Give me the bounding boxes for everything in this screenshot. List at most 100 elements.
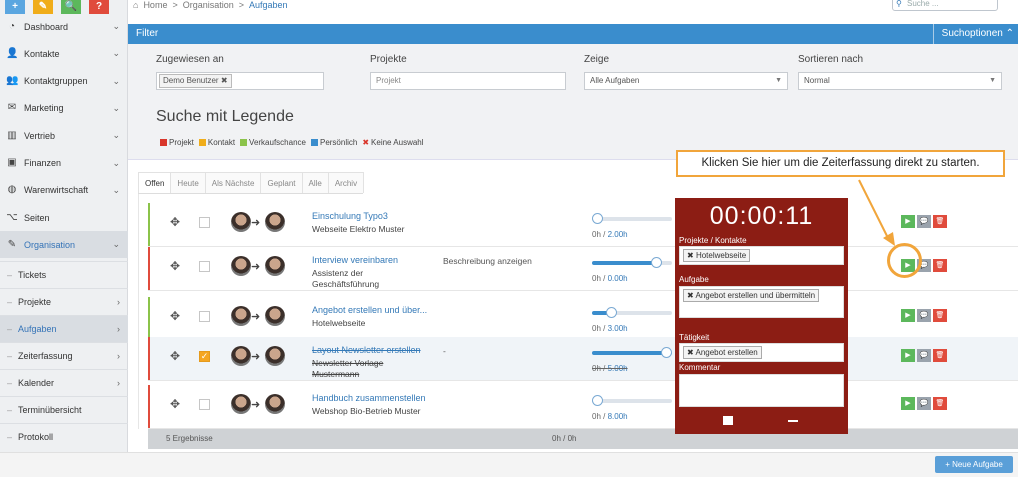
comment-textarea[interactable] (679, 374, 844, 407)
sidebar-subitem-kalender[interactable]: – Kalender › (0, 369, 128, 396)
timer-activity-field[interactable]: ✖ Angebot erstellen (679, 343, 844, 362)
trash-icon[interactable]: 🗑 (933, 215, 947, 228)
task-title[interactable]: Einschulung Typo3 (312, 211, 388, 221)
remove-icon[interactable]: ✖ (221, 76, 228, 85)
play-icon[interactable]: ▶ (901, 309, 915, 322)
sidebar-item-organisation[interactable]: ✎ Organisation ⌄ (0, 231, 128, 259)
tab-archiv[interactable]: Archiv (327, 172, 365, 193)
comment-icon[interactable]: 💬 (917, 349, 931, 362)
move-icon[interactable]: ✥ (170, 215, 180, 229)
task-row[interactable]: ✥ ➜ Handbuch zusammenstellen Webshop Bio… (148, 385, 1018, 429)
show-select[interactable]: Alle Aufgaben ▼ (584, 72, 788, 90)
stop-icon[interactable] (723, 416, 733, 425)
task-row[interactable]: ✥ ✓ ➜ Layout Newsletter erstellen Newsle… (148, 337, 1018, 381)
progress-slider[interactable] (592, 347, 672, 358)
trash-icon[interactable]: 🗑 (933, 259, 947, 272)
add-button[interactable]: + (5, 0, 25, 14)
legend-item[interactable]: Persönlich (310, 138, 357, 147)
sidebar-item-vertrieb[interactable]: ▥ Vertrieb ⌄ (0, 122, 128, 149)
play-icon[interactable]: ▶ (901, 349, 915, 362)
play-icon[interactable]: ▶ (901, 215, 915, 228)
task-title[interactable]: Layout Newsletter erstellen (312, 345, 421, 355)
timer-project-tag[interactable]: ✖ Hotelwebseite (683, 249, 751, 262)
progress-slider[interactable] (592, 307, 672, 318)
trash-icon[interactable]: 🗑 (933, 397, 947, 410)
time-estimate[interactable]: 3.00h (608, 324, 628, 333)
timer-task-field[interactable]: ✖ Angebot erstellen und übermitteln (679, 286, 844, 318)
trash-icon[interactable]: 🗑 (933, 309, 947, 322)
progress-slider[interactable] (592, 213, 672, 224)
sidebar-subitem-zeiterfassung[interactable]: – Zeiterfassung › (0, 342, 128, 369)
move-icon[interactable]: ✥ (170, 397, 180, 411)
sidebar-subitem-projekte[interactable]: – Projekte › (0, 288, 128, 315)
move-icon[interactable]: ✥ (170, 259, 180, 273)
slider-handle[interactable] (592, 213, 603, 224)
time-estimate[interactable]: 2.00h (608, 230, 628, 239)
progress-slider[interactable] (592, 395, 672, 406)
trash-icon[interactable]: 🗑 (933, 349, 947, 362)
timer-activity-tag[interactable]: ✖ Angebot erstellen (683, 346, 762, 359)
search-options-toggle[interactable]: Suchoptionen ⌃ (932, 24, 1014, 44)
tab-heute[interactable]: Heute (170, 172, 206, 193)
time-estimate[interactable]: 8.00h (608, 412, 628, 421)
sidebar-subitem-aufgaben[interactable]: – Aufgaben › (0, 315, 128, 342)
comment-icon[interactable]: 💬 (917, 215, 931, 228)
task-checkbox[interactable] (199, 261, 210, 272)
sidebar-item-finanzen[interactable]: ▣ Finanzen ⌄ (0, 150, 128, 177)
task-checkbox[interactable] (199, 311, 210, 322)
slider-handle[interactable] (592, 395, 603, 406)
sidebar-item-kontaktgruppen[interactable]: 👥 Kontaktgruppen ⌄ (0, 68, 128, 95)
sidebar-item-seiten[interactable]: ⌥ Seiten (0, 204, 128, 231)
task-row[interactable]: ✥ ➜ Angebot erstellen und über... Hotelw… (148, 297, 1018, 341)
legend-item[interactable]: Verkaufschance (240, 138, 306, 147)
legend-item[interactable]: ✖ Keine Auswahl (362, 138, 423, 147)
task-checkbox[interactable]: ✓ (199, 351, 210, 362)
project-input[interactable]: Projekt (370, 72, 566, 90)
minimize-icon[interactable] (788, 420, 798, 422)
slider-handle[interactable] (605, 307, 617, 318)
new-task-button[interactable]: + Neue Aufgabe (935, 456, 1013, 473)
help-button[interactable]: ? (89, 0, 109, 14)
breadcrumb-home[interactable]: Home (143, 0, 167, 12)
tab-alle[interactable]: Alle (301, 172, 329, 193)
home-icon[interactable]: ⌂ (133, 0, 138, 12)
tab-als-nächste[interactable]: Als Nächste (204, 172, 262, 193)
slider-handle[interactable] (661, 347, 672, 358)
timer-project-field[interactable]: ✖ Hotelwebseite (679, 246, 844, 265)
task-description-link[interactable]: - (443, 346, 446, 356)
breadcrumb-current[interactable]: Aufgaben (249, 0, 288, 12)
time-estimate[interactable]: 5.00h (608, 364, 628, 373)
timer-task-tag[interactable]: ✖ Angebot erstellen und übermitteln (683, 289, 820, 302)
sidebar-item-kontakte[interactable]: 👤 Kontakte ⌄ (0, 40, 128, 67)
breadcrumb-organisation[interactable]: Organisation (183, 0, 234, 12)
edit-button[interactable]: ✎ (33, 0, 53, 14)
sidebar-subitem-protokoll[interactable]: – Protokoll (0, 423, 128, 450)
tab-geplant[interactable]: Geplant (260, 172, 303, 193)
comment-icon[interactable]: 💬 (917, 397, 931, 410)
tab-offen[interactable]: Offen (138, 172, 172, 193)
search-input[interactable]: ⚲ Suche ... (892, 0, 998, 11)
sidebar-item-warenwirtschaft[interactable]: ◍ Warenwirtschaft ⌄ (0, 177, 128, 204)
progress-slider[interactable] (592, 257, 672, 268)
slider-handle[interactable] (650, 257, 662, 268)
sidebar-item-dashboard[interactable]: ◔ Dashboard ⌄ (0, 13, 128, 40)
move-icon[interactable]: ✥ (170, 349, 180, 363)
legend-item[interactable]: Kontakt (198, 138, 235, 147)
move-icon[interactable]: ✥ (170, 309, 180, 323)
comment-icon[interactable]: 💬 (917, 309, 931, 322)
assigned-tag[interactable]: Demo Benutzer ✖ (159, 74, 232, 88)
task-checkbox[interactable] (199, 217, 210, 228)
sidebar-subitem-tickets[interactable]: – Tickets (0, 261, 128, 288)
sort-select[interactable]: Normal ▼ (798, 72, 1002, 90)
assigned-field[interactable]: Demo Benutzer ✖ (156, 72, 324, 90)
sidebar-item-marketing[interactable]: ✉ Marketing ⌄ (0, 95, 128, 122)
task-checkbox[interactable] (199, 399, 210, 410)
search-button[interactable]: 🔍 (61, 0, 81, 14)
task-title[interactable]: Angebot erstellen und über... (312, 305, 427, 315)
sidebar-subitem-terminübersicht[interactable]: – Terminübersicht (0, 396, 128, 423)
task-title[interactable]: Handbuch zusammenstellen (312, 393, 426, 403)
task-description-link[interactable]: Beschreibung anzeigen (443, 256, 532, 266)
task-title[interactable]: Interview vereinbaren (312, 255, 398, 265)
play-icon[interactable]: ▶ (901, 397, 915, 410)
time-estimate[interactable]: 0.00h (608, 274, 628, 283)
